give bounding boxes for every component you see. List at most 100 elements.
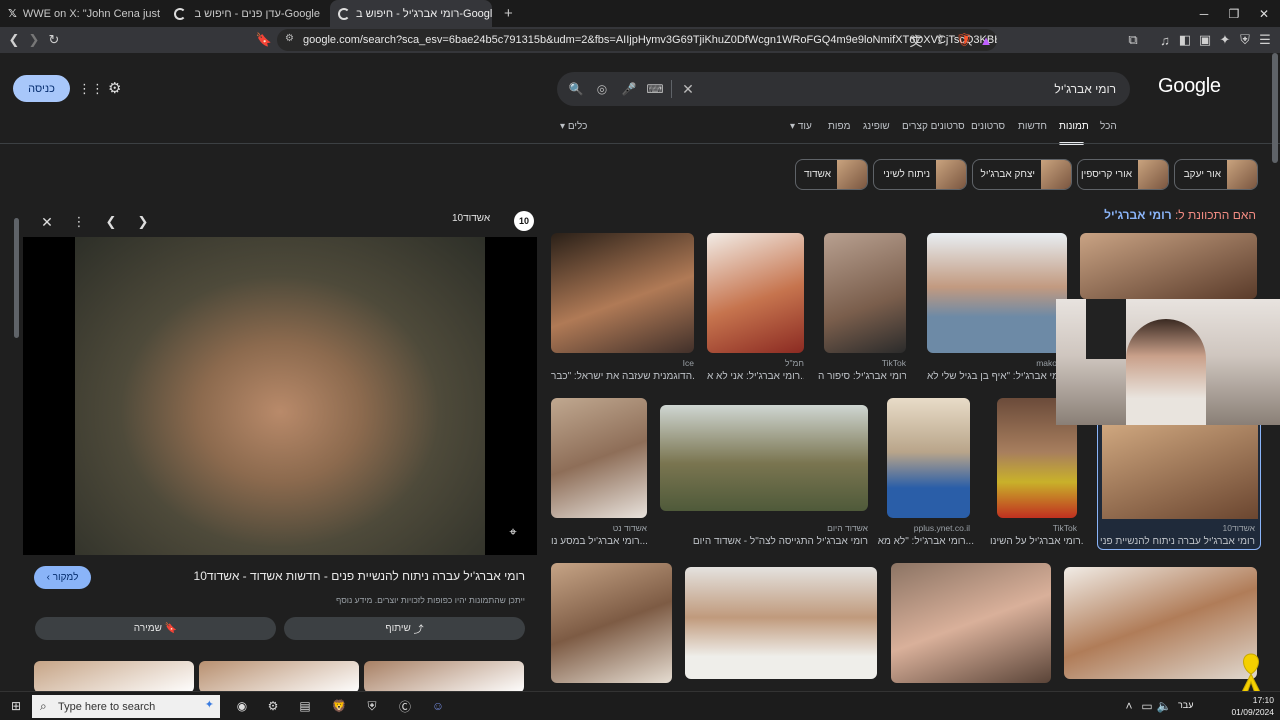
- back-icon[interactable]: ❮: [4, 30, 24, 50]
- result-image[interactable]: [927, 233, 1067, 353]
- result-source[interactable]: אשדוד נט: [551, 523, 647, 533]
- chip-ashdod[interactable]: אשדוד: [795, 159, 868, 190]
- site-settings-icon[interactable]: ⚙: [285, 33, 294, 44]
- result-image[interactable]: [1064, 567, 1257, 679]
- result-caption[interactable]: הדוגמנית שעזבה את ישראל: "כבר...: [551, 371, 694, 382]
- result-image[interactable]: [685, 567, 877, 679]
- related-image[interactable]: [364, 661, 524, 691]
- app-icon[interactable]: ◉: [233, 697, 251, 715]
- wallet-icon[interactable]: ▣: [1195, 30, 1215, 50]
- result-caption[interactable]: רומי אברג'יל: אני לא א...: [707, 371, 804, 382]
- panel-scrollbar[interactable]: [14, 218, 19, 338]
- result-source[interactable]: TikTok: [990, 523, 1077, 533]
- reload-icon[interactable]: ↻: [44, 30, 64, 50]
- microphone-icon[interactable]: 🎤: [620, 80, 638, 98]
- tab-shopping[interactable]: שופינג: [863, 121, 890, 132]
- brave-shield-icon[interactable]: 🛡: [954, 30, 974, 50]
- result-image[interactable]: [707, 233, 804, 353]
- tab-wwe[interactable]: 𝕏 WWE on X: "John Cena just hit Logan: [0, 0, 162, 27]
- share-button[interactable]: שיתוף ⤴: [284, 617, 525, 640]
- sidebar-icon[interactable]: ◧: [1175, 30, 1195, 50]
- close-preview-icon[interactable]: ✕: [38, 213, 56, 231]
- result-caption[interactable]: רומי אברג'יל התגייסה לצה"ל - אשדוד היום: [660, 536, 868, 547]
- brave-rewards-icon[interactable]: ▲: [976, 30, 996, 50]
- network-icon[interactable]: ▭: [1138, 697, 1156, 715]
- related-image[interactable]: [34, 661, 194, 691]
- taskbar-clock[interactable]: 17:10 01/09/2024: [1231, 694, 1274, 718]
- chip-ori-krispin[interactable]: אורי קריספין: [1077, 159, 1169, 190]
- tray-chevron-icon[interactable]: ˄: [1120, 697, 1138, 715]
- chip-nituah-leshini[interactable]: ניתוח לשיני: [873, 159, 967, 190]
- clear-search-icon[interactable]: ✕: [679, 80, 697, 98]
- result-source[interactable]: mako: [927, 358, 1057, 368]
- screenshot-icon[interactable]: ⧉: [1123, 30, 1143, 50]
- page-scrollbar[interactable]: [1272, 53, 1278, 163]
- result-image[interactable]: [824, 233, 906, 353]
- search-query[interactable]: רומי אברג'יל: [1054, 72, 1116, 106]
- tab-short-videos[interactable]: סרטונים קצרים: [902, 121, 965, 132]
- result-image[interactable]: [887, 398, 970, 518]
- share-url-icon[interactable]: ⇪: [930, 30, 950, 50]
- tab-all[interactable]: הכל: [1100, 121, 1117, 132]
- result-caption[interactable]: רומי אברג'יל עברה ניתוח להנשיית פני...: [1100, 536, 1255, 547]
- restore-icon[interactable]: ❐: [1218, 0, 1250, 27]
- chip-itzhak-avergil[interactable]: יצחק אברג'יל: [972, 159, 1072, 190]
- result-image[interactable]: [551, 398, 647, 518]
- result-caption[interactable]: רומי אברג'יל: "לא מא...: [876, 536, 974, 547]
- result-source[interactable]: חמ"ל: [707, 358, 804, 368]
- lens-search-icon[interactable]: ⌖: [504, 523, 522, 541]
- windows-start-icon[interactable]: ⊞: [7, 697, 25, 715]
- address-bar[interactable]: ⚙ google.com/search?sca_esv=6bae24b5c791…: [277, 29, 997, 51]
- did-you-mean-suggestion[interactable]: רומי אברג'יל: [1104, 208, 1171, 222]
- tab-romi-avergil[interactable]: רומי אברג'יל - חיפוש ב-Google ✕: [330, 0, 492, 27]
- result-source[interactable]: pplus.ynet.co.il: [876, 523, 970, 533]
- bookmark-icon[interactable]: 🔖: [254, 30, 274, 50]
- volume-icon[interactable]: 🔈: [1155, 697, 1173, 715]
- tab-news[interactable]: חדשות: [1018, 121, 1047, 132]
- chip-or-yehuda[interactable]: אור יעקב: [1174, 159, 1258, 190]
- tab-eden-panim[interactable]: עדן פנים - חיפוש ב-Google: [166, 0, 328, 27]
- result-image[interactable]: [891, 563, 1051, 683]
- shield-icon[interactable]: ⛨: [363, 697, 381, 715]
- taskbar-search[interactable]: ⌕ Type here to search ✦: [32, 695, 220, 718]
- google-logo[interactable]: Google: [1158, 75, 1221, 98]
- obs-icon[interactable]: ▤: [296, 697, 314, 715]
- visit-source-button[interactable]: ‹ למקור: [34, 566, 91, 589]
- keyboard-icon[interactable]: ⌨: [646, 80, 664, 98]
- more-options-icon[interactable]: ⋮: [70, 213, 88, 231]
- tab-maps[interactable]: מפות: [828, 121, 850, 132]
- signin-button[interactable]: כניסה: [13, 75, 70, 102]
- settings-gear-icon[interactable]: ⚙: [108, 79, 126, 97]
- preview-image-frame[interactable]: ⌖: [23, 237, 537, 555]
- next-image-icon[interactable]: ❯: [134, 213, 152, 231]
- window-close-icon[interactable]: ✕: [1248, 0, 1280, 27]
- result-image[interactable]: [551, 563, 672, 683]
- search-box[interactable]: 🔍 ◎ 🎤 ⌨ ✕ רומי אברג'יל: [557, 72, 1130, 106]
- save-button[interactable]: שמירה 🔖: [35, 617, 276, 640]
- result-source[interactable]: אשדוד10: [1100, 523, 1255, 533]
- previous-image-icon[interactable]: ❮: [102, 213, 120, 231]
- forward-icon[interactable]: ❯: [24, 30, 44, 50]
- tab-videos[interactable]: סרטונים: [971, 121, 1005, 132]
- preview-title[interactable]: רומי אברג'יל עברה ניתוח להנשיית פנים - ח…: [194, 569, 525, 583]
- related-image[interactable]: [199, 661, 359, 691]
- apps-grid-icon[interactable]: ⋮⋮: [78, 81, 104, 97]
- vpn-icon[interactable]: ⛨: [1235, 30, 1255, 50]
- tab-images[interactable]: תמונות: [1059, 121, 1089, 132]
- translate-icon[interactable]: 文: [906, 30, 926, 50]
- result-image[interactable]: [1080, 233, 1257, 299]
- ccleaner-icon[interactable]: Ⓒ: [396, 697, 414, 715]
- menu-icon[interactable]: ☰: [1255, 30, 1275, 50]
- input-language[interactable]: עבר: [1178, 700, 1193, 710]
- media-icon[interactable]: ♫: [1155, 30, 1175, 50]
- result-caption[interactable]: רומי אברג'יל על השינו...: [990, 536, 1084, 547]
- lens-icon[interactable]: ◎: [593, 80, 611, 98]
- result-source[interactable]: אשדוד היום: [660, 523, 868, 533]
- minimize-icon[interactable]: ─: [1188, 0, 1220, 27]
- result-caption[interactable]: רומי אברג'יל במסע נו...: [551, 536, 647, 547]
- preview-source[interactable]: אשדוד10: [452, 213, 490, 224]
- extensions-icon[interactable]: ✦: [1215, 30, 1235, 50]
- discord-icon[interactable]: ☺: [429, 697, 447, 715]
- search-icon[interactable]: 🔍: [567, 80, 585, 98]
- result-caption[interactable]: רומי אברג'יל: "איף בן בגיל שלי לא...: [927, 371, 1057, 382]
